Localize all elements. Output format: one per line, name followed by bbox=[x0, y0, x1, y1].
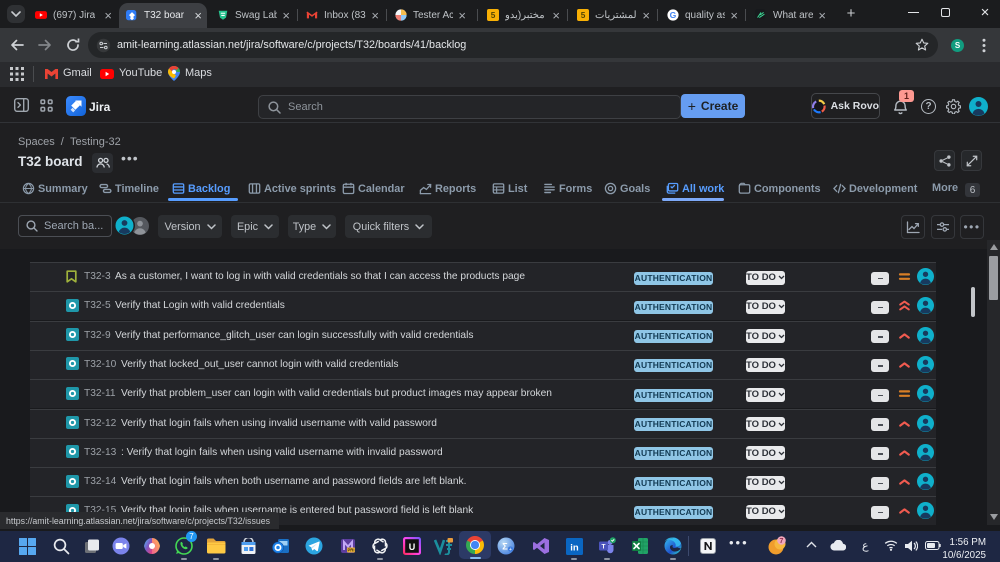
svg-text:in: in bbox=[570, 542, 579, 553]
svg-text:PRI: PRI bbox=[348, 547, 355, 552]
svg-text:5: 5 bbox=[491, 10, 496, 20]
svg-text:Σ: Σ bbox=[502, 542, 508, 552]
svg-text:U: U bbox=[409, 542, 416, 552]
svg-text:7: 7 bbox=[780, 538, 784, 545]
svg-text:5: 5 bbox=[581, 10, 586, 20]
svg-text:T: T bbox=[601, 543, 605, 550]
svg-text:G: G bbox=[670, 10, 677, 20]
svg-text:+: + bbox=[509, 547, 512, 553]
